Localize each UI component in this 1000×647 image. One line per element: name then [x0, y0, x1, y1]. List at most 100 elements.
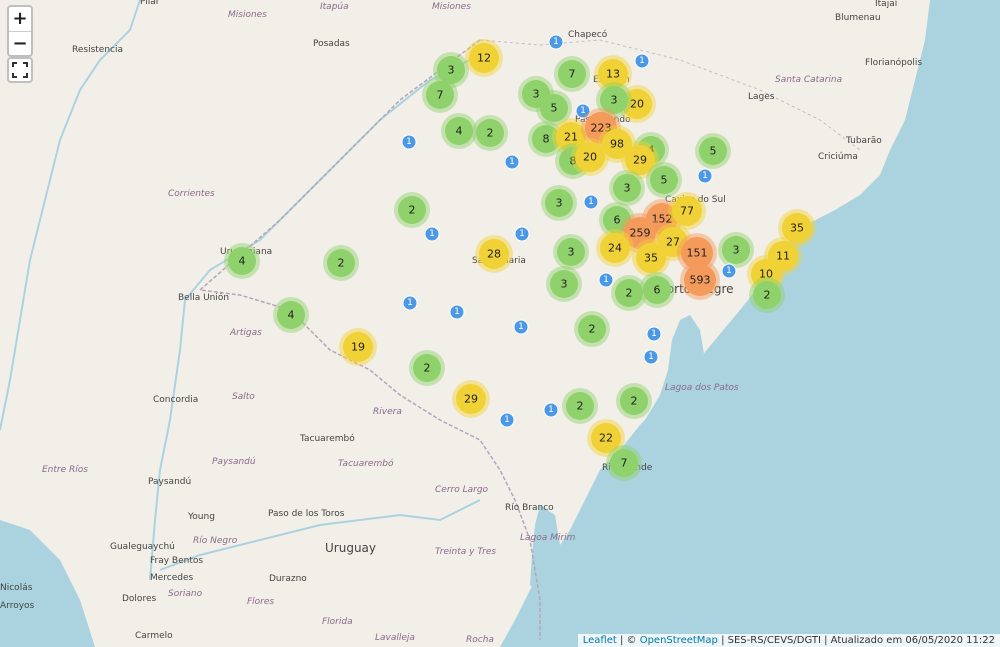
- osm-link[interactable]: OpenStreetMap: [640, 635, 718, 646]
- cluster-marker[interactable]: 5: [695, 133, 731, 169]
- cluster-count: 22: [599, 432, 613, 445]
- zoom-control: + −: [7, 5, 33, 57]
- cluster-marker[interactable]: 20: [571, 138, 609, 176]
- cluster-marker[interactable]: 1: [634, 53, 650, 69]
- place-label: Río Branco: [505, 503, 554, 513]
- cluster-marker[interactable]: 1: [499, 412, 515, 428]
- place-label: Blumenau: [835, 13, 881, 23]
- cluster-count: 2: [589, 323, 596, 336]
- leaflet-link[interactable]: Leaflet: [583, 635, 617, 646]
- place-label: Soriano: [168, 589, 203, 599]
- place-label: Tacuarembó: [338, 458, 394, 469]
- cluster-marker[interactable]: 1: [721, 263, 737, 279]
- cluster-marker[interactable]: 593: [680, 260, 720, 300]
- cluster-count: 3: [448, 64, 455, 77]
- cluster-count: 3: [561, 278, 568, 291]
- cluster-marker[interactable]: 1: [513, 319, 529, 335]
- cluster-count: 3: [733, 244, 740, 257]
- place-label: Río Negro: [193, 536, 238, 546]
- cluster-count: 593: [690, 274, 711, 287]
- place-label: Nicolás: [0, 583, 33, 593]
- cluster-marker[interactable]: 24: [596, 229, 634, 267]
- zoom-out-button[interactable]: −: [9, 32, 31, 56]
- cluster-marker[interactable]: 2: [616, 383, 652, 419]
- cluster-count: 24: [608, 242, 622, 255]
- place-label: Arroyos: [0, 601, 35, 611]
- cluster-count: 35: [790, 222, 804, 235]
- cluster-count: 6: [654, 284, 661, 297]
- cluster-count: 1: [588, 197, 594, 207]
- cluster-marker[interactable]: 1: [424, 226, 440, 242]
- cluster-count: 5: [710, 145, 717, 158]
- cluster-marker[interactable]: 1: [543, 402, 559, 418]
- cluster-marker[interactable]: 2: [749, 277, 785, 313]
- cluster-count: 1: [407, 298, 413, 308]
- map[interactable]: Pilar Misiones Itapúa Misiones Chapecó Itajaí…: [0, 0, 1000, 647]
- cluster-marker[interactable]: 1: [514, 226, 530, 242]
- cluster-marker[interactable]: 4: [273, 297, 309, 333]
- place-label: Lagoa dos Patos: [665, 383, 739, 393]
- cluster-marker[interactable]: 1: [646, 326, 662, 342]
- cluster-count: 13: [606, 68, 620, 81]
- cluster-marker[interactable]: 35: [632, 239, 670, 277]
- place-label: Uruguay: [325, 541, 376, 555]
- cluster-count: 1: [519, 229, 525, 239]
- place-label: Itajaí: [875, 0, 898, 9]
- cluster-marker[interactable]: 12: [465, 39, 503, 77]
- cluster-marker[interactable]: 4: [441, 113, 477, 149]
- cluster-marker[interactable]: 3: [541, 185, 577, 221]
- cluster-count: 3: [624, 182, 631, 195]
- cluster-marker[interactable]: 2: [394, 192, 430, 228]
- cluster-count: 1: [504, 415, 510, 425]
- cluster-marker[interactable]: 7: [554, 56, 590, 92]
- cluster-marker[interactable]: 1: [401, 134, 417, 150]
- cluster-marker[interactable]: 3: [718, 232, 754, 268]
- cluster-marker[interactable]: 2: [472, 115, 508, 151]
- cluster-count: 2: [487, 127, 494, 140]
- cluster-marker[interactable]: 1: [449, 304, 465, 320]
- cluster-marker[interactable]: 1: [697, 168, 713, 184]
- cluster-count: 4: [288, 309, 295, 322]
- cluster-count: 7: [621, 457, 628, 470]
- zoom-in-button[interactable]: +: [9, 7, 31, 32]
- place-label: Corrientes: [168, 189, 215, 199]
- place-label: Resistencia: [72, 45, 123, 55]
- cluster-marker[interactable]: 1: [402, 295, 418, 311]
- place-label: Florida: [322, 617, 353, 627]
- cluster-marker[interactable]: 4: [224, 243, 260, 279]
- cluster-count: 4: [456, 125, 463, 138]
- cluster-marker[interactable]: 2: [323, 245, 359, 281]
- cluster-marker[interactable]: 1: [598, 272, 614, 288]
- cluster-marker[interactable]: 29: [452, 380, 490, 418]
- fullscreen-button[interactable]: [7, 57, 33, 83]
- place-label: Pilar: [140, 0, 160, 7]
- cluster-marker[interactable]: 1: [504, 154, 520, 170]
- place-label: Entre Ríos: [42, 465, 88, 475]
- cluster-count: 29: [633, 154, 647, 167]
- place-label: Dolores: [122, 594, 156, 604]
- cluster-marker[interactable]: 6: [639, 272, 675, 308]
- cluster-marker[interactable]: 7: [422, 77, 458, 113]
- cluster-count: 2: [409, 204, 416, 217]
- cluster-marker[interactable]: 28: [475, 235, 513, 273]
- cluster-marker[interactable]: 2: [562, 388, 598, 424]
- cluster-marker[interactable]: 2: [409, 350, 445, 386]
- cluster-marker[interactable]: 3: [609, 170, 645, 206]
- place-label: Lagoa Mirim: [520, 533, 576, 543]
- cluster-count: 1: [518, 322, 524, 332]
- cluster-marker[interactable]: 1: [643, 349, 659, 365]
- cluster-marker[interactable]: 3: [546, 266, 582, 302]
- cluster-marker[interactable]: 7: [606, 445, 642, 481]
- place-label: Paysandú: [148, 477, 191, 487]
- place-label: Tubarão: [845, 136, 882, 146]
- cluster-count: 1: [406, 137, 412, 147]
- cluster-count: 3: [533, 88, 540, 101]
- cluster-marker[interactable]: 1: [548, 34, 564, 50]
- cluster-marker[interactable]: 2: [574, 311, 610, 347]
- cluster-marker[interactable]: 5: [646, 162, 682, 198]
- cluster-marker[interactable]: 19: [339, 328, 377, 366]
- cluster-marker[interactable]: 3: [553, 234, 589, 270]
- cluster-count: 7: [569, 68, 576, 81]
- cluster-marker[interactable]: 1: [583, 194, 599, 210]
- attribution: Leaflet | © OpenStreetMap | SES-RS/CEVS/…: [577, 634, 1000, 647]
